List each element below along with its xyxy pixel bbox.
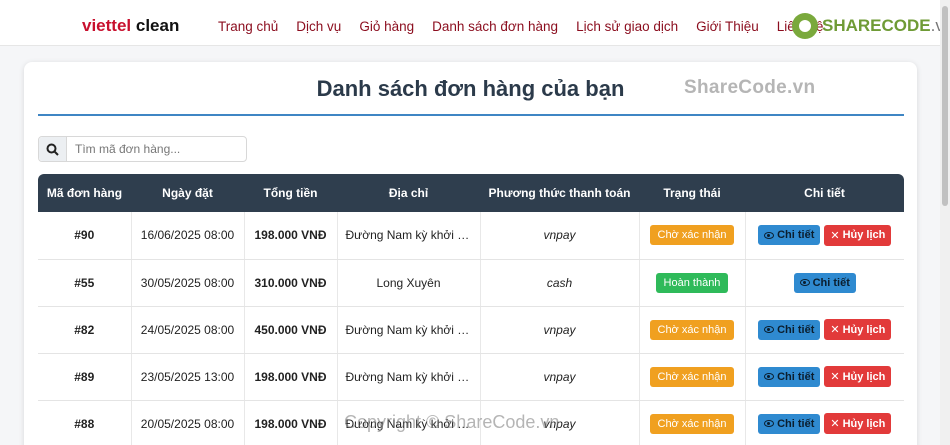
view-details-label: Chi tiết <box>777 229 815 242</box>
sharecode-logo: SHARECODE.vn <box>792 12 950 40</box>
eye-icon <box>764 420 775 427</box>
cancel-booking-button[interactable]: ✕ Hủy lịch <box>824 319 892 340</box>
order-status-cell: Hoàn thành <box>639 259 746 307</box>
main-nav: Trang chủ Dịch vụ Giỏ hàng Danh sách đơn… <box>218 19 823 34</box>
order-payment-method: vnpay <box>480 212 640 260</box>
table-row: #89 23/05/2025 13:00 198.000 VNĐ Đường Nam … <box>38 353 904 401</box>
scrollbar-thumb[interactable] <box>942 6 948 206</box>
view-details-label: Chi tiết <box>777 323 815 336</box>
order-total: 198.000 VNĐ <box>244 212 338 260</box>
watermark-top: ShareCode.vn <box>684 77 816 98</box>
eye-icon <box>764 326 775 333</box>
view-details-label: Chi tiết <box>812 276 850 289</box>
order-status-cell: Chờ xác nhận <box>639 400 746 445</box>
order-status-cell: Chờ xác nhận <box>639 353 746 401</box>
cancel-booking-button[interactable]: ✕ Hủy lịch <box>824 224 892 246</box>
table-row: #55 30/05/2025 08:00 310.000 VNĐ Long Xuyên… <box>38 259 904 307</box>
order-date: 20/05/2025 08:00 <box>131 400 245 445</box>
status-badge: Chờ xác nhận <box>649 319 735 340</box>
order-actions-cell: Chi tiết ✕ Hủy lịch <box>745 306 904 354</box>
nav-cart[interactable]: Giỏ hàng <box>359 19 414 34</box>
page-scrollbar[interactable] <box>940 0 950 445</box>
nav-services[interactable]: Dịch vụ <box>296 19 341 34</box>
order-id: #89 <box>38 353 132 401</box>
orders-table: Mã đơn hàng Ngày đặt Tổng tiền Địa chỉ P… <box>38 174 904 445</box>
logo-main-text: SHARECODE <box>822 16 931 35</box>
close-icon: ✕ <box>830 229 840 242</box>
eye-icon <box>764 373 775 380</box>
col-payment-method: Phương thức thanh toán <box>480 174 639 212</box>
order-payment-method: vnpay <box>480 353 640 401</box>
nav-history[interactable]: Lịch sử giao dịch <box>576 19 678 34</box>
top-navbar: viettel clean Trang chủ Dịch vụ Giỏ hàng… <box>0 0 950 46</box>
col-details: Chi tiết <box>745 174 904 212</box>
view-details-button[interactable]: Chi tiết <box>758 366 821 387</box>
close-icon: ✕ <box>830 371 840 383</box>
search-input[interactable] <box>67 137 245 161</box>
close-icon: ✕ <box>830 418 840 430</box>
cancel-booking-label: Hủy lịch <box>842 417 886 430</box>
table-row: #82 24/05/2025 08:00 450.000 VNĐ Đường Nam … <box>38 306 904 354</box>
watermark-bottom: Copyright © ShareCode.vn <box>344 412 560 432</box>
brand-logo[interactable]: viettel clean <box>82 16 179 36</box>
col-address: Địa chỉ <box>337 174 480 212</box>
title-divider <box>38 114 904 116</box>
view-details-label: Chi tiết <box>777 370 815 383</box>
col-total: Tổng tiền <box>244 174 337 212</box>
eye-icon <box>764 231 775 239</box>
col-date: Ngày đặt <box>131 174 244 212</box>
order-address: Đường Nam kỳ khởi nghĩa <box>337 306 481 354</box>
search-icon[interactable] <box>39 137 67 161</box>
order-total: 198.000 VNĐ <box>244 353 338 401</box>
order-total: 450.000 VNĐ <box>244 306 338 354</box>
table-row: #90 16/06/2025 08:00 198.000 VNĐ Đường Nam … <box>38 212 904 260</box>
cancel-booking-label: Hủy lịch <box>842 370 886 383</box>
cancel-booking-button[interactable]: ✕ Hủy lịch <box>824 413 892 434</box>
nav-about[interactable]: Giới Thiệu <box>696 19 759 34</box>
orders-card: Danh sách đơn hàng của bạn ShareCode.vn … <box>24 62 917 445</box>
order-date: 23/05/2025 13:00 <box>131 353 245 401</box>
order-total: 198.000 VNĐ <box>244 400 338 445</box>
status-badge: Chờ xác nhận <box>649 366 735 387</box>
cancel-booking-button[interactable]: ✕ Hủy lịch <box>824 366 892 387</box>
view-details-button[interactable]: Chi tiết <box>758 413 821 434</box>
order-actions-cell: Chi tiết ✕ Hủy lịch <box>745 212 904 260</box>
view-details-button[interactable]: Chi tiết <box>758 319 821 340</box>
view-details-button[interactable]: Chi tiết <box>758 225 821 246</box>
order-id: #90 <box>38 212 132 260</box>
order-id: #82 <box>38 306 132 354</box>
view-details-label: Chi tiết <box>777 417 815 430</box>
order-total: 310.000 VNĐ <box>244 259 338 307</box>
cancel-booking-label: Hủy lịch <box>842 229 886 242</box>
order-payment-method: cash <box>480 259 640 307</box>
order-id: #88 <box>38 400 132 445</box>
order-date: 30/05/2025 08:00 <box>131 259 245 307</box>
sharecode-logo-icon <box>792 13 818 39</box>
nav-home[interactable]: Trang chủ <box>218 19 278 34</box>
status-badge: Hoàn thành <box>655 272 729 293</box>
order-status-cell: Chờ xác nhận <box>639 212 746 260</box>
nav-orders[interactable]: Danh sách đơn hàng <box>432 19 558 34</box>
order-date: 16/06/2025 08:00 <box>131 212 245 260</box>
order-actions-cell: Chi tiết ✕ Hủy lịch <box>745 353 904 401</box>
order-actions-cell: Chi tiết ✕ Hủy lịch <box>745 400 904 445</box>
cancel-booking-label: Hủy lịch <box>842 323 886 336</box>
order-address: Đường Nam kỳ khởi nghĩa <box>337 353 481 401</box>
status-badge: Chờ xác nhận <box>649 225 735 246</box>
order-address: Đường Nam kỳ khởi nghĩa <box>337 212 481 260</box>
order-date: 24/05/2025 08:00 <box>131 306 245 354</box>
order-status-cell: Chờ xác nhận <box>639 306 746 354</box>
order-address: Long Xuyên <box>337 259 481 307</box>
order-payment-method: vnpay <box>480 306 640 354</box>
order-actions-cell: Chi tiết <box>745 259 904 307</box>
order-search <box>38 136 247 162</box>
eye-icon <box>799 279 810 286</box>
table-header-row: Mã đơn hàng Ngày đặt Tổng tiền Địa chỉ P… <box>38 174 904 212</box>
order-id: #55 <box>38 259 132 307</box>
view-details-button[interactable]: Chi tiết <box>793 272 856 293</box>
col-order-id: Mã đơn hàng <box>38 174 131 212</box>
close-icon: ✕ <box>830 324 840 336</box>
status-badge: Chờ xác nhận <box>649 413 735 434</box>
col-status: Trạng thái <box>639 174 745 212</box>
